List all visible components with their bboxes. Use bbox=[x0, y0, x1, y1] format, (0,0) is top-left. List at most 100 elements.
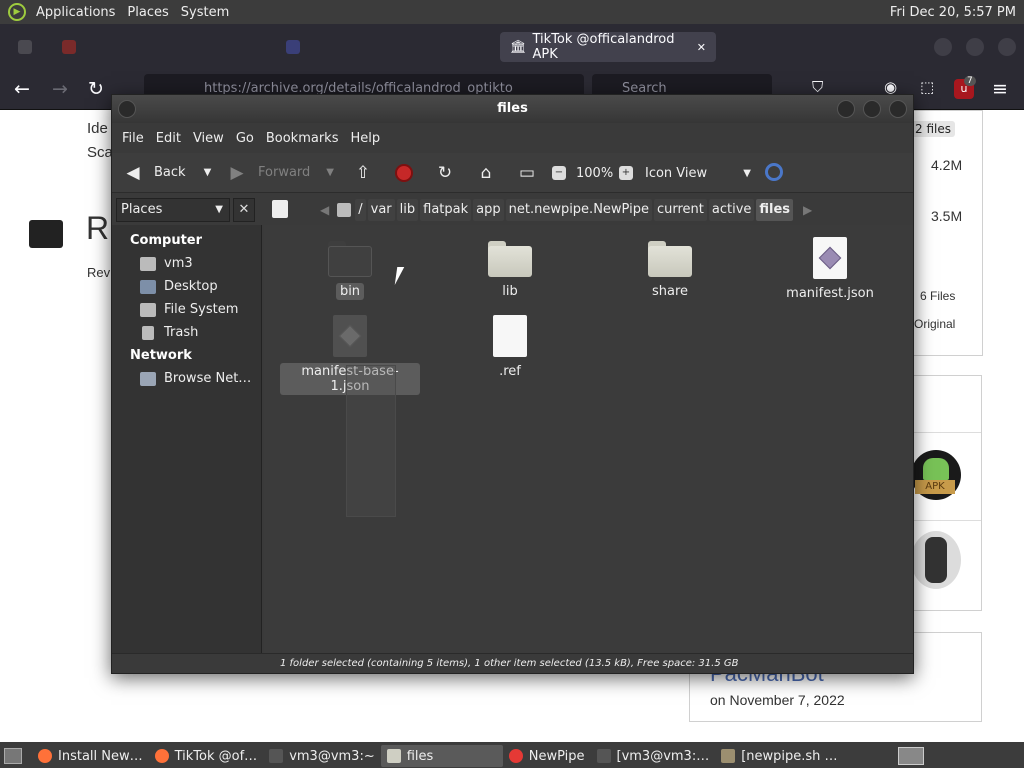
browser-tab-strip: 🏛 TikTok @officalandrod APK ✕ bbox=[0, 24, 1024, 70]
file-item-manifest-json[interactable]: manifest.json bbox=[770, 237, 890, 302]
edit-location-icon[interactable] bbox=[272, 200, 288, 218]
file-item-share[interactable]: share bbox=[610, 241, 730, 300]
taskbar: Install New… TikTok @of… vm3@vm3:~ files… bbox=[0, 744, 1024, 768]
breadcrumb-right-arrow-icon[interactable]: ▶ bbox=[803, 203, 812, 217]
file-item-bin[interactable]: bin bbox=[290, 241, 410, 300]
sidebar-item-vm3[interactable]: vm3 bbox=[112, 252, 261, 275]
sidebar-item-file-system[interactable]: File System bbox=[112, 298, 261, 321]
breadcrumb-left-arrow-icon[interactable]: ◀ bbox=[320, 203, 329, 217]
drag-selection-ghost bbox=[346, 365, 396, 517]
json-file-icon bbox=[813, 237, 847, 279]
system-menu[interactable]: System bbox=[175, 5, 235, 20]
crumb-files[interactable]: files bbox=[756, 199, 794, 221]
six-files-link[interactable]: 6 Files bbox=[920, 289, 955, 303]
clock[interactable]: Fri Dec 20, 5:57 PM bbox=[890, 5, 1024, 20]
menubar: File Edit View Go Bookmarks Help bbox=[112, 123, 913, 153]
close-window-button[interactable] bbox=[998, 38, 1016, 56]
task-tiktok[interactable]: TikTok @of… bbox=[149, 745, 264, 767]
zoom-out-icon[interactable]: − bbox=[552, 166, 566, 180]
apk-avatar-icon[interactable]: APK bbox=[911, 450, 961, 500]
crumb-current[interactable]: current bbox=[653, 199, 707, 221]
minimize-window-button[interactable] bbox=[837, 100, 855, 118]
applications-menu[interactable]: Applications bbox=[30, 5, 121, 20]
reload-icon[interactable]: ↻ bbox=[88, 78, 104, 100]
drive-icon[interactable] bbox=[337, 203, 352, 217]
hamburger-menu-icon[interactable]: ≡ bbox=[992, 78, 1008, 100]
sidebar-item-trash[interactable]: Trash bbox=[112, 321, 261, 344]
window-titlebar[interactable]: files bbox=[112, 95, 913, 123]
menu-go[interactable]: Go bbox=[230, 131, 260, 146]
crumb-lib[interactable]: lib bbox=[396, 199, 419, 221]
distro-logo-icon[interactable]: ▶ bbox=[8, 3, 26, 21]
close-icon[interactable]: ✕ bbox=[697, 41, 706, 54]
file-item-lib[interactable]: lib bbox=[450, 241, 570, 300]
close-sidebar-button[interactable]: ✕ bbox=[233, 198, 255, 222]
search-icon[interactable] bbox=[765, 163, 783, 181]
stop-icon[interactable] bbox=[395, 164, 413, 182]
workspace-switcher[interactable] bbox=[898, 747, 924, 765]
zoom-in-icon[interactable]: + bbox=[619, 166, 633, 180]
robot-avatar-icon[interactable] bbox=[911, 531, 961, 589]
status-bar: 1 folder selected (containing 5 items), … bbox=[112, 653, 913, 673]
top-panel: ▶ Applications Places System Fri Dec 20,… bbox=[0, 0, 1024, 24]
crumb-root[interactable]: / bbox=[355, 199, 366, 221]
back-button[interactable]: ◀ Back ▼ bbox=[122, 158, 211, 188]
page-text-sca: Sca bbox=[87, 144, 113, 161]
original-link[interactable]: Original bbox=[914, 317, 955, 331]
tab-youtube[interactable] bbox=[52, 32, 272, 62]
menu-help[interactable]: Help bbox=[344, 131, 386, 146]
menu-bookmarks[interactable]: Bookmarks bbox=[260, 131, 345, 146]
computer-icon[interactable]: ▭ bbox=[516, 162, 538, 184]
forward-history-chevron-icon[interactable]: ▼ bbox=[326, 167, 334, 178]
maximize-window-button[interactable] bbox=[863, 100, 881, 118]
back-history-chevron-icon[interactable]: ▼ bbox=[204, 167, 212, 178]
folder-icon bbox=[328, 241, 372, 277]
crumb-app[interactable]: app bbox=[473, 199, 504, 221]
file-manager-window: files File Edit View Go Bookmarks Help ◀… bbox=[111, 94, 914, 674]
places-menu[interactable]: Places bbox=[121, 5, 174, 20]
text-file-icon bbox=[493, 315, 527, 357]
forward-arrow-icon[interactable]: → bbox=[52, 78, 68, 100]
comment-icon bbox=[29, 220, 63, 248]
tab-strip-icon[interactable] bbox=[8, 32, 50, 62]
maximize-button[interactable] bbox=[966, 38, 984, 56]
firefox-icon bbox=[154, 749, 169, 763]
folder-icon bbox=[488, 241, 532, 277]
minimize-button[interactable] bbox=[934, 38, 952, 56]
files-count-badge[interactable]: 2 files bbox=[911, 121, 955, 137]
forward-button[interactable]: ▶ Forward ▼ bbox=[226, 158, 334, 188]
window-menu-icon[interactable] bbox=[118, 100, 136, 118]
menu-file[interactable]: File bbox=[116, 131, 150, 146]
back-arrow-icon[interactable]: ← bbox=[14, 78, 30, 100]
crumb-active[interactable]: active bbox=[708, 199, 755, 221]
tab-tiktok-apk[interactable]: 🏛 TikTok @officalandrod APK ✕ bbox=[500, 32, 716, 62]
task-newpipe[interactable]: NewPipe bbox=[503, 745, 591, 767]
extensions-icon[interactable]: ⬚ bbox=[920, 78, 934, 96]
task-install-new[interactable]: Install New… bbox=[32, 745, 149, 767]
tab-other[interactable] bbox=[276, 32, 496, 62]
task-files[interactable]: files bbox=[380, 745, 503, 767]
home-folder-icon bbox=[140, 256, 156, 271]
menu-view[interactable]: View bbox=[187, 131, 230, 146]
task-terminal-1[interactable]: vm3@vm3:~ bbox=[263, 745, 381, 767]
sidebar-header-network: Network bbox=[130, 348, 192, 363]
close-window-button[interactable] bbox=[889, 100, 907, 118]
view-mode-select[interactable]: Icon View ▼ bbox=[645, 158, 751, 188]
site-icon bbox=[286, 40, 300, 54]
tab-label: TikTok @officalandrod APK bbox=[532, 32, 675, 62]
sidebar-item-desktop[interactable]: Desktop bbox=[112, 275, 261, 298]
sidebar-places-select[interactable]: Places ▼ bbox=[116, 198, 230, 222]
show-desktop-icon[interactable] bbox=[4, 748, 22, 764]
up-arrow-icon[interactable]: ⇧ bbox=[352, 162, 374, 184]
task-newpipe-sh[interactable]: [newpipe.sh … bbox=[715, 745, 843, 767]
task-terminal-2[interactable]: [vm3@vm3:… bbox=[591, 745, 716, 767]
crumb-var[interactable]: var bbox=[367, 199, 395, 221]
file-item-ref[interactable]: .ref bbox=[450, 315, 570, 380]
crumb-newpipe[interactable]: net.newpipe.NewPipe bbox=[505, 199, 652, 221]
reload-icon[interactable]: ↻ bbox=[434, 162, 456, 184]
home-icon[interactable]: ⌂ bbox=[475, 162, 497, 184]
window-title: files bbox=[497, 101, 528, 116]
crumb-flatpak[interactable]: flatpak bbox=[420, 199, 472, 221]
menu-edit[interactable]: Edit bbox=[150, 131, 187, 146]
sidebar-item-browse-network[interactable]: Browse Net… bbox=[112, 367, 261, 390]
